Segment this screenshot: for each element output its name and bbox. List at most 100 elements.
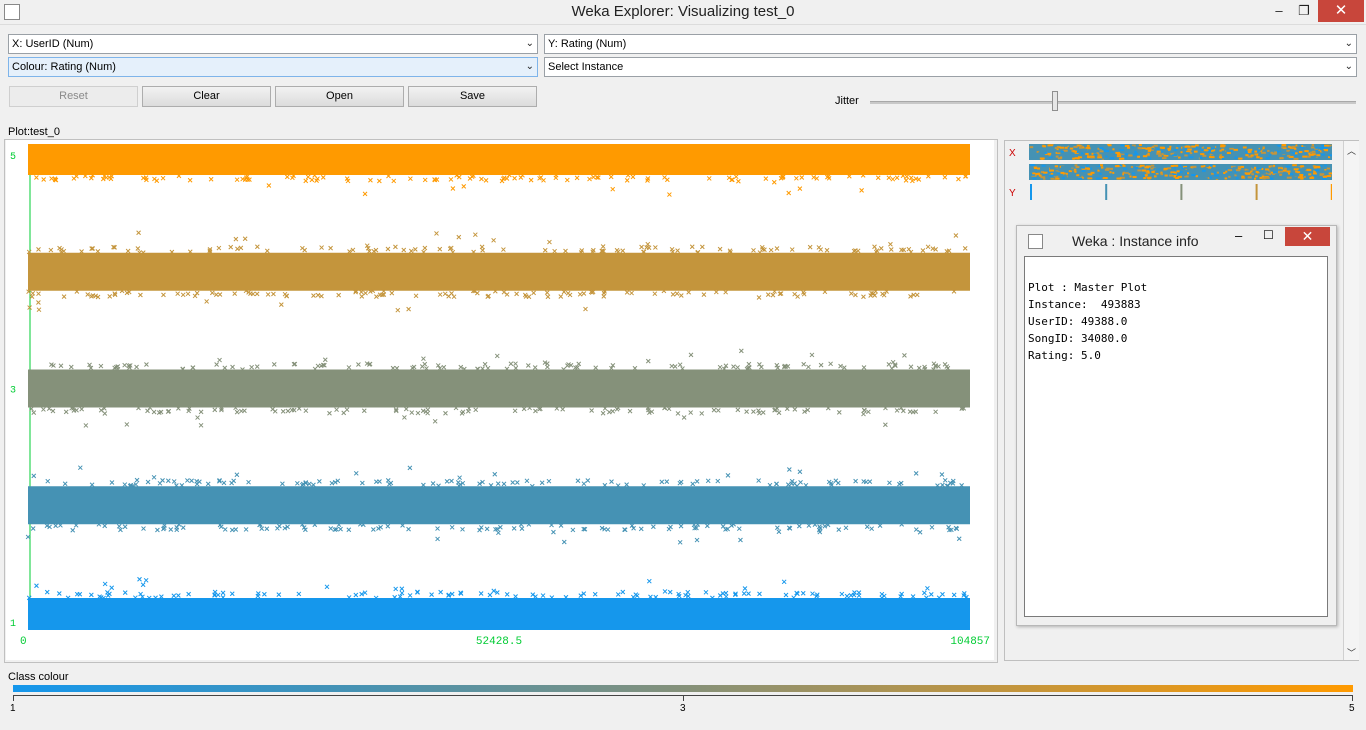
attribute-bar-point [1261, 151, 1266, 154]
attribute-bar-point [1202, 154, 1207, 157]
attribute-bar-point [1270, 148, 1275, 151]
scatter-point [723, 289, 729, 295]
colour-select[interactable]: Colour: Rating (Num) ⌄ [8, 57, 538, 77]
attribute-bar-point [1273, 167, 1278, 170]
scatter-point [841, 365, 847, 370]
attribute-bar-point [1280, 157, 1283, 160]
jitter-label: Jitter [835, 95, 859, 107]
scatter-point [140, 582, 146, 588]
y-axis-select-value: Y: Rating (Num) [548, 38, 627, 50]
scatter-point [839, 591, 845, 597]
attribute-bar-point [1122, 157, 1125, 160]
scatter-point [165, 478, 171, 484]
attribute-bar-point [1296, 150, 1300, 153]
scatter-point [362, 191, 368, 197]
attribute-bar-point [1236, 145, 1240, 148]
scatter-point [284, 174, 290, 180]
scatter-point [322, 357, 328, 363]
scatter-point [558, 294, 564, 299]
attribute-bar-point [1083, 151, 1086, 154]
attribute-bar-point [1279, 168, 1282, 171]
scatter-point [50, 408, 56, 414]
scatter-point [652, 291, 658, 297]
x-tick-label: 104857 [950, 636, 990, 648]
scatter-point [703, 589, 709, 595]
scatter-point [429, 592, 434, 598]
attribute-bar-point [1126, 146, 1131, 149]
jitter-slider[interactable] [870, 101, 1356, 104]
attribute-bar-rating[interactable] [1029, 184, 1332, 200]
jitter-slider-thumb[interactable] [1051, 91, 1058, 111]
scatter-point [629, 290, 634, 296]
attribute-bar-point [1062, 177, 1065, 180]
scatter-point [421, 356, 426, 362]
select-instance-select[interactable]: Select Instance ⌄ [544, 57, 1357, 77]
scatter-point [187, 177, 193, 183]
scatter-point [818, 362, 824, 368]
attribute-bar-point [1208, 155, 1213, 158]
minimize-button[interactable]: – [1266, 0, 1292, 22]
attribute-bar-point [1029, 146, 1034, 149]
attribute-bar-songid[interactable] [1029, 164, 1332, 180]
attribute-bar-point [1207, 147, 1211, 150]
scatter-point [746, 591, 751, 596]
scatter-point [455, 480, 461, 485]
close-button[interactable]: ✕ [1285, 227, 1330, 246]
attribute-bar-point [1072, 157, 1076, 160]
scatter-point [68, 364, 74, 370]
scatter-point [675, 411, 681, 416]
scatter-point [880, 291, 885, 297]
restore-button[interactable]: ❐ [1291, 0, 1317, 22]
attribute-bar-point [1316, 154, 1321, 157]
scatter-point [717, 246, 723, 252]
scatter-point [442, 291, 448, 297]
attribute-bar-point [1275, 145, 1278, 148]
maximize-button[interactable]: ☐ [1263, 228, 1274, 242]
attribute-bar-point [1085, 167, 1090, 170]
scatter-plot[interactable]: 5 3 1 0 52428.5 104857 [6, 140, 994, 660]
y-tick-label: 3 [10, 386, 16, 397]
scatter-point [144, 362, 149, 367]
attribute-bar-point [1147, 152, 1150, 155]
attribute-bar-point [1173, 167, 1176, 170]
scatter-point [794, 175, 799, 181]
scatter-point [63, 409, 69, 415]
attribute-bar-point [1033, 167, 1038, 170]
attribute-bar-point [1035, 170, 1038, 173]
attribute-bar-userid[interactable] [1029, 144, 1332, 160]
scatter-point [449, 524, 455, 530]
scatter-point [524, 478, 530, 484]
scatter-point [109, 585, 115, 591]
attribute-bar-point [1120, 144, 1125, 147]
y-axis-select[interactable]: Y: Rating (Num) ⌄ [544, 34, 1357, 54]
vertical-scrollbar[interactable]: ︿ ﹀ [1343, 141, 1359, 660]
scroll-down-icon[interactable]: ﹀ [1347, 646, 1356, 659]
scatter-point [102, 411, 108, 416]
scatter-point [204, 299, 210, 304]
scatter-point [890, 176, 896, 182]
clear-button[interactable]: Clear [142, 86, 271, 107]
reset-button[interactable]: Reset [9, 86, 138, 107]
x-axis-select-value: X: UserID (Num) [12, 38, 94, 50]
scroll-up-icon[interactable]: ︿ [1347, 144, 1356, 157]
scatter-point [214, 362, 219, 367]
x-axis-select[interactable]: X: UserID (Num) ⌄ [8, 34, 538, 54]
scatter-point [472, 232, 478, 238]
scatter-point [48, 247, 54, 253]
scatter-point [406, 306, 411, 312]
scatter-point [615, 592, 621, 597]
open-button[interactable]: Open [275, 86, 404, 107]
instance-info-line: Rating: 5.0 [1028, 349, 1101, 362]
java-app-icon[interactable] [1028, 234, 1043, 249]
attribute-bar-point [1294, 166, 1300, 169]
scatter-point [797, 186, 803, 191]
minimize-button[interactable]: – [1235, 228, 1242, 243]
instance-info-text[interactable]: Plot : Master Plot Instance: 493883 UserID… [1024, 256, 1328, 617]
save-button[interactable]: Save [408, 86, 537, 107]
scatter-point [501, 481, 507, 487]
attribute-bar-point [1267, 149, 1270, 152]
scatter-plot-svg[interactable]: 5 3 10 52428.5 104857 [6, 140, 994, 660]
attribute-bar-point [1054, 147, 1059, 150]
close-button[interactable]: ✕ [1318, 0, 1364, 22]
attribute-bar-point [1147, 157, 1152, 160]
